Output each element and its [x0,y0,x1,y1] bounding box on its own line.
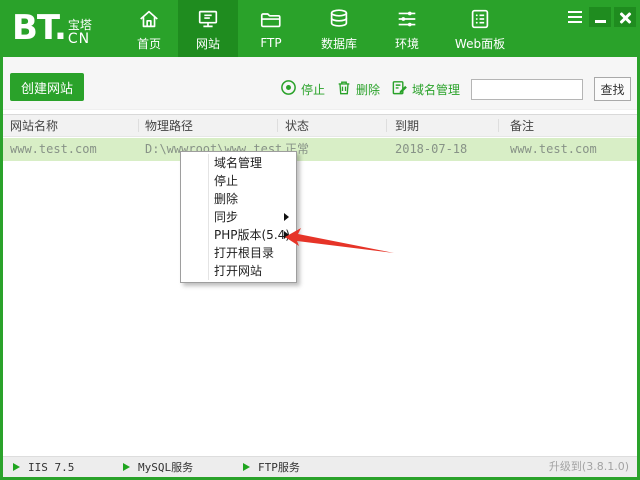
main-nav: 首页 网站 FTP 数据库 [120,0,520,57]
service-iis[interactable]: IIS 7.5 [13,457,74,477]
play-icon [243,463,250,471]
delete-action[interactable]: 删除 [336,79,380,99]
table-empty-area [3,161,637,456]
cell-note: www.test.com [510,138,597,161]
tab-websites[interactable]: 网站 [178,0,238,57]
play-icon [123,463,130,471]
logo-cn-text: CN [68,32,92,46]
stop-action-label: 停止 [301,81,325,98]
app-header: BT. 宝塔 CN 首页 网站 [0,0,640,57]
tab-environment-label: 环境 [395,35,419,52]
domain-manage-action[interactable]: 域名管理 [391,79,460,99]
service-mysql[interactable]: MySQL服务 [123,457,193,477]
menu-item-open-site[interactable]: 打开网站 [181,262,296,280]
submenu-arrow-icon [284,231,289,239]
tab-database[interactable]: 数据库 [304,0,374,57]
service-iis-label: IIS 7.5 [28,461,74,474]
tab-ftp[interactable]: FTP [238,0,304,57]
environment-icon [395,6,419,32]
tab-home[interactable]: 首页 [120,0,178,57]
context-menu: 域名管理 停止 删除 同步 PHP版本(5.4) 打开根目录 打开网站 [180,151,297,283]
stop-action[interactable]: 停止 [280,79,325,99]
tab-home-label: 首页 [137,35,161,52]
service-ftp-label: FTP服务 [258,459,300,475]
tab-database-label: 数据库 [321,35,357,52]
delete-action-label: 删除 [356,81,380,98]
toolbar: 创建网站 停止 删除 域名 [3,57,637,110]
ftp-folder-icon [259,7,283,33]
create-site-button[interactable]: 创建网站 [10,73,84,101]
tab-environment[interactable]: 环境 [374,0,440,57]
table-header: 网站名称 物理路径 状态 到期 备注 [3,114,637,137]
column-path: 物理路径 [145,115,193,137]
cell-site-name: www.test.com [10,138,97,161]
menu-item-php-version[interactable]: PHP版本(5.4) [181,226,296,244]
menu-item-open-root-dir[interactable]: 打开根目录 [181,244,296,262]
trash-icon [336,79,352,99]
app-window: BT. 宝塔 CN 首页 网站 [0,0,640,480]
tab-web-panel-label: Web面板 [455,35,505,52]
menu-item-domain-manage[interactable]: 域名管理 [181,154,296,172]
window-controls [564,7,636,27]
tab-ftp-label: FTP [260,36,281,50]
bt-logo: BT. 宝塔 CN [12,9,92,47]
stop-icon [280,79,297,99]
logo-bt-text: BT. [12,9,66,47]
content-area: 创建网站 停止 删除 域名 [3,57,637,477]
website-icon [196,6,220,32]
status-bar: IIS 7.5 MySQL服务 FTP服务 升级到(3.8.1.0) [3,456,637,477]
service-ftp[interactable]: FTP服务 [243,457,300,477]
column-note: 备注 [510,115,534,137]
play-icon [13,463,20,471]
tab-websites-label: 网站 [196,35,220,52]
cell-expiry: 2018-07-18 [395,138,467,161]
column-status: 状态 [285,115,309,137]
submenu-arrow-icon [284,213,289,221]
tab-web-panel[interactable]: Web面板 [440,0,520,57]
column-site-name: 网站名称 [10,115,58,137]
table-row[interactable]: www.test.com D:\wwwroot\www.test 正常 2018… [3,138,637,161]
database-icon [327,6,351,32]
web-panel-icon [468,6,492,32]
close-icon[interactable] [614,7,636,27]
search-button[interactable]: 查找 [594,77,631,101]
domain-edit-icon [391,79,408,99]
menu-item-sync[interactable]: 同步 [181,208,296,226]
domain-manage-action-label: 域名管理 [412,81,460,98]
minimize-icon[interactable] [589,7,611,27]
service-mysql-label: MySQL服务 [138,459,193,475]
menu-item-delete[interactable]: 删除 [181,190,296,208]
menu-icon[interactable] [564,7,586,27]
column-expiry: 到期 [395,115,419,137]
home-icon [137,6,161,32]
menu-item-stop[interactable]: 停止 [181,172,296,190]
upgrade-link[interactable]: 升级到(3.8.1.0) [549,457,629,477]
search-input[interactable] [471,79,583,100]
